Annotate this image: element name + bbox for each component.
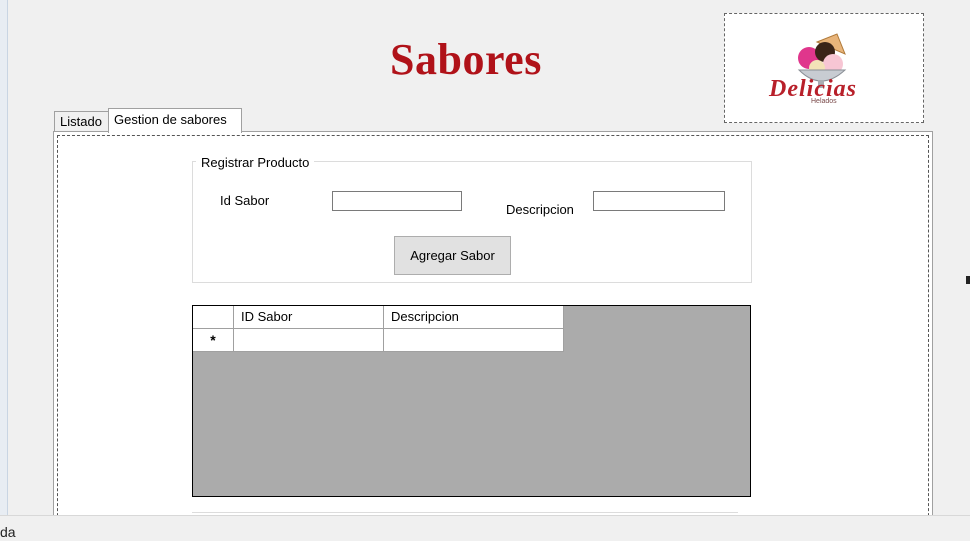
id-sabor-input[interactable] [332, 191, 462, 211]
groupbox-title: Registrar Producto [196, 155, 315, 170]
descripcion-input[interactable] [593, 191, 725, 211]
bottom-groupbox-edge [192, 512, 738, 513]
grid-corner-header[interactable] [193, 306, 234, 329]
column-header-id-sabor[interactable]: ID Sabor [234, 306, 384, 329]
logo-picturebox: Delicias Helados [724, 13, 924, 123]
tab-gestion-de-sabores[interactable]: Gestion de sabores [108, 108, 242, 133]
ice-cream-bowl-icon [797, 33, 847, 88]
id-sabor-label: Id Sabor [220, 193, 270, 208]
agregar-sabor-button[interactable]: Agregar Sabor [394, 236, 511, 275]
resize-handle[interactable] [966, 276, 970, 284]
descripcion-label: Descripcion [506, 202, 574, 217]
status-text: da [0, 524, 16, 540]
logo-subtitle-text: Helados [811, 98, 837, 105]
column-header-descripcion[interactable]: Descripcion [384, 306, 564, 329]
new-row-marker[interactable]: * [193, 329, 234, 352]
new-row-descripcion-cell[interactable] [384, 329, 564, 352]
page-title: Sabores [390, 35, 542, 84]
sabores-datagrid[interactable]: ID Sabor Descripcion * [192, 305, 751, 497]
app-window: Sabores Delicias Helados Listado Gestion… [0, 0, 970, 541]
window-left-border [0, 0, 8, 515]
status-bar: da [0, 515, 970, 541]
tab-listado[interactable]: Listado [54, 111, 109, 131]
new-row-id-sabor-cell[interactable] [234, 329, 384, 352]
